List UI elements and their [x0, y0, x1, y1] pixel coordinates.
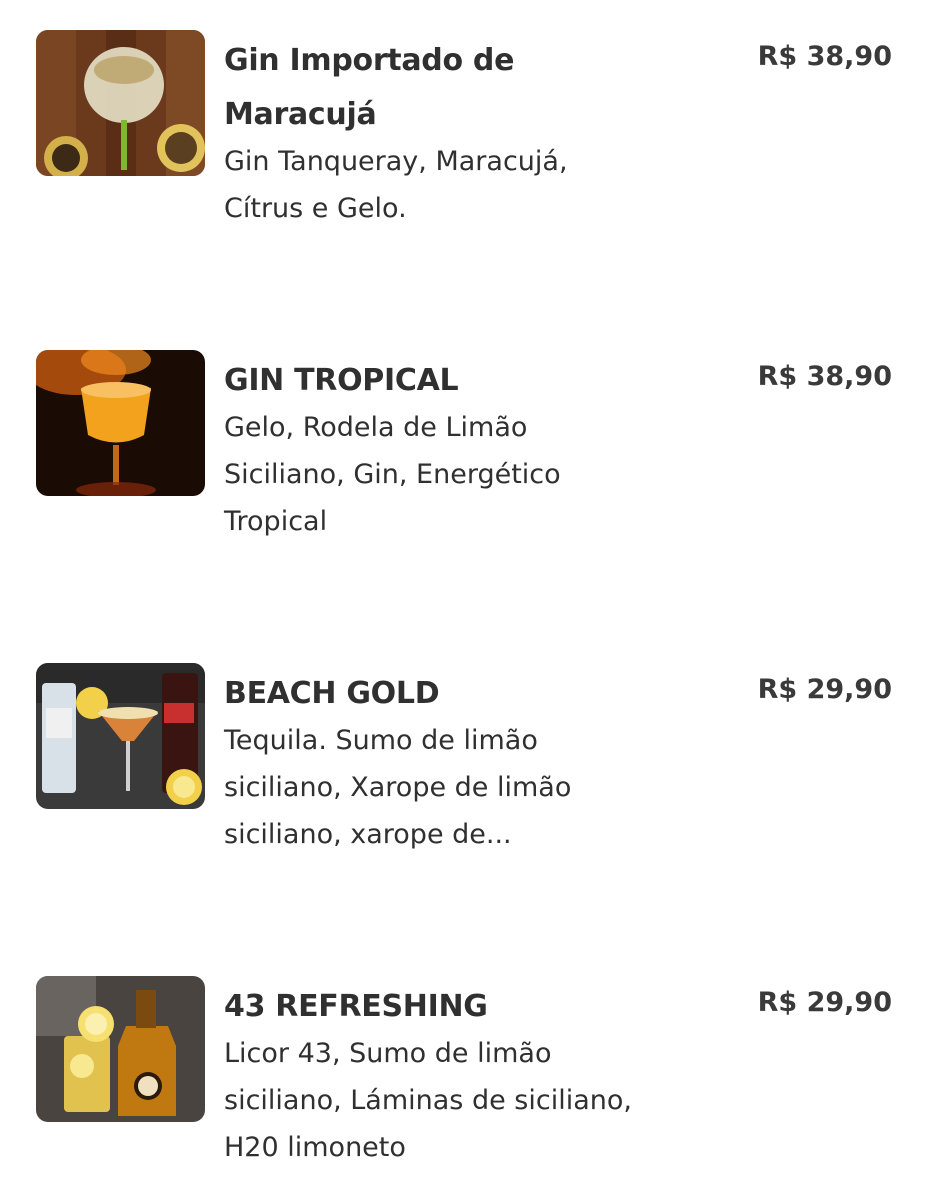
item-name: Gin Importado de Maracujá — [224, 43, 515, 132]
item-price: R$ 29,90 — [757, 987, 892, 1018]
item-price: R$ 38,90 — [757, 361, 892, 392]
item-description: Gelo, Rodela de Limão Siciliano, Gin, En… — [224, 412, 561, 537]
cocktail-glass-image — [36, 976, 205, 1122]
cocktail-glass-image — [36, 663, 205, 809]
item-price: R$ 29,90 — [757, 674, 892, 705]
item-description: Tequila. Sumo de limão siciliano, Xarope… — [224, 725, 572, 850]
item-name: GIN TROPICAL — [224, 363, 459, 398]
cocktail-glass-image — [36, 350, 205, 496]
item-photo[interactable] — [36, 976, 205, 1122]
item-photo[interactable] — [36, 30, 205, 176]
item-price: R$ 38,90 — [757, 41, 892, 72]
item-description: Gin Tanqueray, Maracujá, Cítrus e Gelo. — [224, 146, 568, 224]
item-photo[interactable] — [36, 350, 205, 496]
item-photo[interactable] — [36, 663, 205, 809]
item-name: 43 REFRESHING — [224, 989, 488, 1024]
item-name: BEACH GOLD — [224, 676, 440, 711]
cocktail-glass-image — [36, 30, 205, 176]
item-description: Licor 43, Sumo de limão siciliano, Lámin… — [224, 1038, 632, 1163]
